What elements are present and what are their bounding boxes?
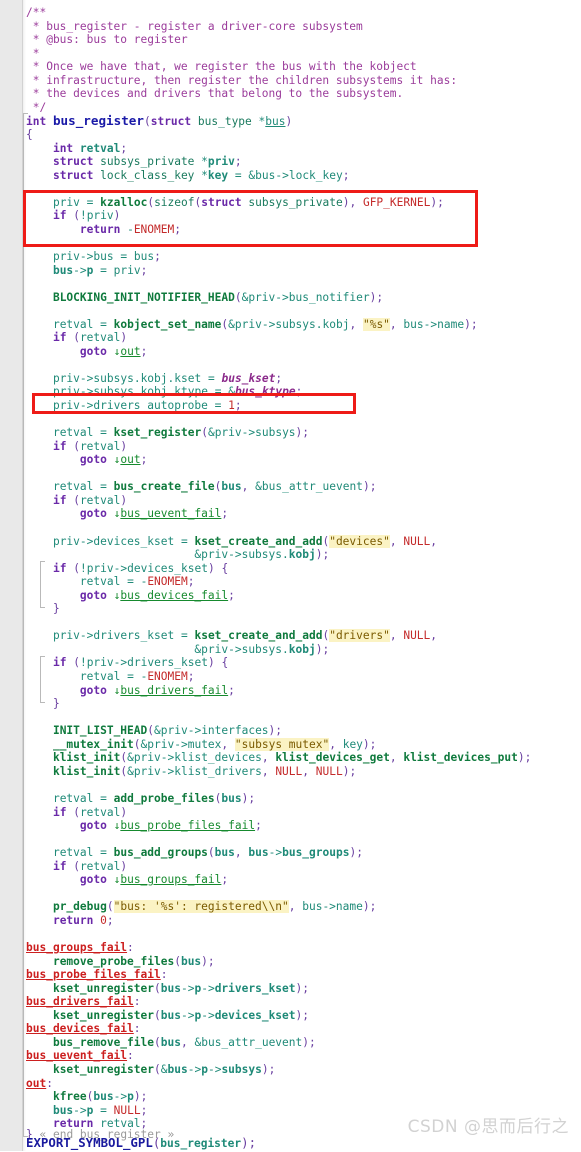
code-line: goto ↓out; <box>79 453 148 467</box>
code-line: { <box>26 128 33 141</box>
code-line: retval = bus_add_groups(bus, bus->bus_gr… <box>52 846 363 860</box>
code-line: if (retval) <box>52 331 128 345</box>
code-line: int retval; <box>52 141 128 155</box>
code-line: remove_probe_files(bus); <box>52 954 215 968</box>
code-line: goto ↓bus_groups_fail; <box>79 873 229 887</box>
code-line: INIT_LIST_HEAD(&priv->interfaces); <box>52 724 283 738</box>
code-line: if (retval) <box>52 859 128 873</box>
code-line-label: bus_uevent_fail: <box>26 1049 134 1063</box>
code-line: * the devices and drivers that belong to… <box>26 87 404 101</box>
code-line: __mutex_init(&priv->mutex, "subsys mutex… <box>52 737 377 751</box>
code-line: pr_debug("bus: '%s': registered\\n", bus… <box>52 900 377 914</box>
code-line: priv->subsys.kobj.kset = bus_kset; <box>52 371 283 385</box>
code-line-export: EXPORT_SYMBOL_GPL(bus_register); <box>26 1134 257 1150</box>
code-line-label: out: <box>26 1076 53 1090</box>
code-line: goto ↓out; <box>79 344 148 358</box>
code-line: * bus_register - register a driver-core … <box>26 19 363 33</box>
code-line: klist_init(&priv->klist_devices, klist_d… <box>52 751 532 765</box>
code-line: priv->bus = bus; <box>52 249 161 263</box>
code-line: retval = -ENOMEM; <box>79 670 195 683</box>
code-line: priv = kzalloc(sizeof(struct subsys_priv… <box>52 195 444 209</box>
code-line: priv->devices_kset = kset_create_and_add… <box>52 534 438 548</box>
code-editor-surface[interactable]: /** * bus_register - register a driver-c… <box>0 0 581 1151</box>
code-line: kset_unregister(&bus->p->subsys); <box>52 1062 276 1076</box>
code-line: bus_remove_file(bus, &bus_attr_uevent); <box>52 1035 316 1049</box>
code-line: return 0; <box>52 913 114 927</box>
csdn-watermark: CSDN @思而后行之 <box>407 1117 569 1137</box>
code-line: &priv->subsys.kobj); <box>194 548 330 561</box>
code-line: if (!priv->devices_kset) { <box>52 561 229 575</box>
code-line: struct lock_class_key *key = &bus->lock_… <box>52 168 350 182</box>
code-line-label: bus_devices_fail: <box>26 1022 141 1036</box>
code-line: kset_unregister(bus->p->devices_kset); <box>52 1008 310 1022</box>
code-line: /** <box>26 6 47 19</box>
code-line: goto ↓bus_uevent_fail; <box>79 507 229 521</box>
code-line: goto ↓bus_devices_fail; <box>79 588 235 602</box>
code-line: goto ↓bus_probe_files_fail; <box>79 819 262 832</box>
code-line: &priv->subsys.kobj); <box>194 642 330 656</box>
code-line: if (!priv->drivers_kset) { <box>52 656 229 670</box>
code-line: retval = kset_register(&priv->subsys); <box>52 426 310 440</box>
code-line: BLOCKING_INIT_NOTIFIER_HEAD(&priv->bus_n… <box>52 290 384 304</box>
code-line: * infrastructure, then register the chil… <box>26 73 458 87</box>
code-line: * Once we have that, we register the bus… <box>26 60 417 74</box>
code-line: priv->drivers_autoprobe = 1; <box>52 399 242 412</box>
code-line: kfree(bus->p); <box>52 1090 148 1103</box>
code-line: retval = add_probe_files(bus); <box>52 791 256 805</box>
code-line-function-signature: int bus_register(struct bus_type *bus) <box>26 112 293 128</box>
code-line: if (retval) <box>52 493 128 507</box>
code-line: * <box>26 46 40 60</box>
code-line-label: bus_groups_fail: <box>26 941 134 954</box>
code-line: bus->p = NULL; <box>52 1103 148 1117</box>
code-line: struct subsys_private *priv; <box>52 155 242 169</box>
code-line-label: bus_drivers_fail: <box>26 995 141 1009</box>
code-line: retval = -ENOMEM; <box>79 575 195 589</box>
code-line-label: bus_probe_files_fail: <box>26 968 168 982</box>
code-line: goto ↓bus_drivers_fail; <box>79 683 235 697</box>
code-line: klist_init(&priv->klist_drivers, NULL, N… <box>52 764 357 778</box>
code-line: priv->subsys.kobj.ktype = &bus_ktype; <box>52 385 303 399</box>
code-line: * @bus: bus to register <box>26 33 188 47</box>
code-line: if (retval) <box>52 439 128 453</box>
code-line: priv->drivers_kset = kset_create_and_add… <box>52 629 438 643</box>
code-line: return -ENOMEM; <box>79 222 181 236</box>
export-symbol-macro: EXPORT_SYMBOL_GPL <box>26 1134 153 1150</box>
code-line: bus->p = priv; <box>52 263 148 277</box>
code-line: } <box>52 602 60 616</box>
code-line: retval = bus_create_file(bus, &bus_attr_… <box>52 480 377 494</box>
code-line: if (!priv) <box>52 209 121 223</box>
code-line: } <box>52 697 60 711</box>
code-line: */ <box>26 100 47 114</box>
code-line: if (retval) <box>52 805 128 819</box>
code-line: kset_unregister(bus->p->drivers_kset); <box>52 981 310 995</box>
code-line: retval = kobject_set_name(&priv->subsys.… <box>52 317 478 331</box>
